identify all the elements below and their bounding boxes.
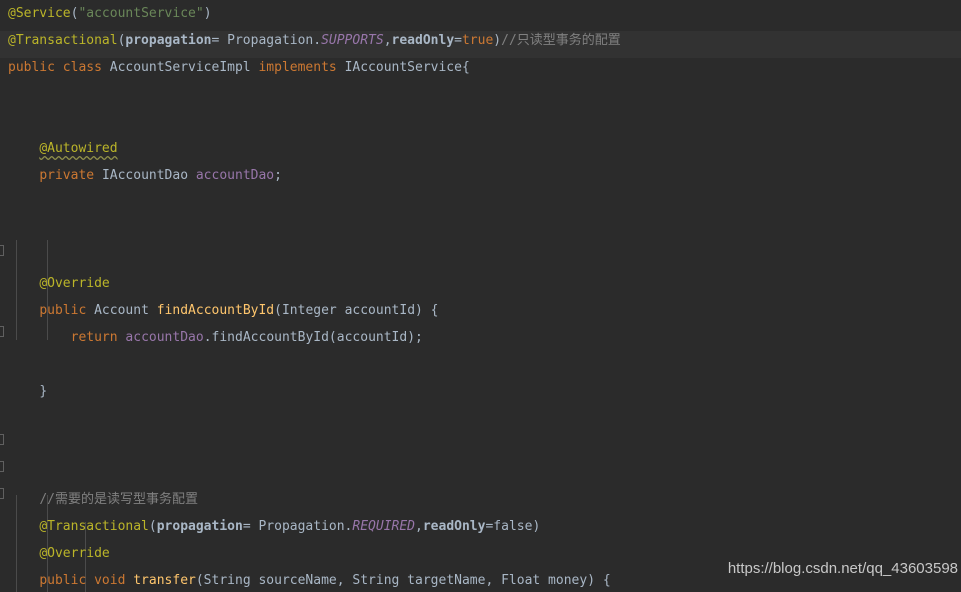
code-token: accountDao bbox=[195, 168, 275, 183]
code-token: @Autowired bbox=[39, 141, 118, 156]
code-token: public void bbox=[39, 573, 134, 588]
code-lines-container[interactable]: @Service("accountService") @Transactional… bbox=[0, 0, 961, 592]
code-token: implements bbox=[258, 60, 345, 75]
code-token: IAccountDao bbox=[101, 168, 196, 183]
watermark-url: https://blog.csdn.net/qq_43603598 bbox=[727, 560, 958, 577]
code-token: } bbox=[39, 384, 48, 399]
code-token: .findAccountById(accountId); bbox=[203, 330, 423, 345]
code-token: , bbox=[383, 33, 392, 48]
code-token: SUPPORTS bbox=[321, 33, 384, 48]
code-token: AccountServiceImpl bbox=[109, 60, 259, 75]
code-token: true bbox=[461, 33, 494, 48]
code-token: ) bbox=[203, 6, 212, 21]
code-token: "accountService" bbox=[78, 6, 204, 21]
code-token: findAccountById bbox=[156, 303, 275, 318]
code-line[interactable] bbox=[0, 108, 961, 135]
code-line[interactable] bbox=[0, 81, 961, 108]
code-line[interactable]: private IAccountDao accountDao; bbox=[0, 162, 961, 189]
code-line[interactable]: @Autowired bbox=[0, 135, 961, 162]
code-line[interactable]: //需要的是读写型事务配置 bbox=[0, 486, 961, 513]
code-line[interactable]: public Account findAccountById(Integer a… bbox=[0, 297, 961, 324]
code-line[interactable]: return accountDao.findAccountById(accoun… bbox=[0, 324, 961, 351]
code-token: accountDao bbox=[125, 330, 204, 345]
code-token: propagation bbox=[125, 33, 212, 48]
code-line[interactable] bbox=[0, 432, 961, 459]
code-token: (String sourceName, String targetName, F… bbox=[195, 573, 611, 588]
code-token: //只读型事务的配置 bbox=[501, 33, 621, 48]
code-token: (Integer accountId) { bbox=[274, 303, 439, 318]
code-token: , bbox=[415, 519, 423, 534]
code-line[interactable]: } bbox=[0, 378, 961, 405]
code-token: @Override bbox=[39, 276, 110, 291]
code-token: IAccountService{ bbox=[344, 60, 470, 75]
code-line[interactable] bbox=[0, 216, 961, 243]
code-editor[interactable]: @Service("accountService") @Transactional… bbox=[0, 0, 961, 592]
code-line[interactable]: @Override bbox=[0, 270, 961, 297]
code-token: @Transactional bbox=[8, 33, 118, 48]
code-token: transfer bbox=[133, 573, 196, 588]
code-token: REQUIRED bbox=[352, 519, 416, 534]
code-token: ; bbox=[274, 168, 282, 183]
code-token: false bbox=[493, 519, 533, 534]
code-token: ( bbox=[148, 519, 157, 534]
code-token: = Propagation. bbox=[242, 519, 353, 534]
code-token: Account bbox=[94, 303, 157, 318]
code-token: private bbox=[39, 168, 102, 183]
code-line[interactable] bbox=[0, 189, 961, 216]
code-token: = bbox=[454, 33, 462, 48]
code-line[interactable]: @Transactional(propagation= Propagation.… bbox=[0, 27, 961, 54]
code-token: propagation bbox=[156, 519, 243, 534]
code-line[interactable] bbox=[0, 243, 961, 270]
code-token: readOnly bbox=[391, 33, 455, 48]
code-token: public class bbox=[8, 60, 110, 75]
code-line[interactable] bbox=[0, 351, 961, 378]
code-token: //需要的是读写型事务配置 bbox=[39, 492, 198, 507]
code-line[interactable]: @Transactional(propagation= Propagation.… bbox=[0, 513, 961, 540]
code-token: @Service bbox=[8, 6, 71, 21]
code-token: @Transactional bbox=[39, 519, 149, 534]
code-token: @Override bbox=[39, 546, 110, 561]
code-token: return bbox=[70, 330, 126, 345]
code-token: readOnly bbox=[422, 519, 486, 534]
code-token: public bbox=[39, 303, 95, 318]
code-line[interactable] bbox=[0, 405, 961, 432]
code-line[interactable] bbox=[0, 459, 961, 486]
code-token: ) bbox=[532, 519, 541, 534]
code-token: ) bbox=[493, 33, 502, 48]
code-line[interactable]: @Service("accountService") bbox=[0, 0, 961, 27]
code-token: = Propagation. bbox=[211, 33, 322, 48]
code-line[interactable]: public class AccountServiceImpl implemen… bbox=[0, 54, 961, 81]
